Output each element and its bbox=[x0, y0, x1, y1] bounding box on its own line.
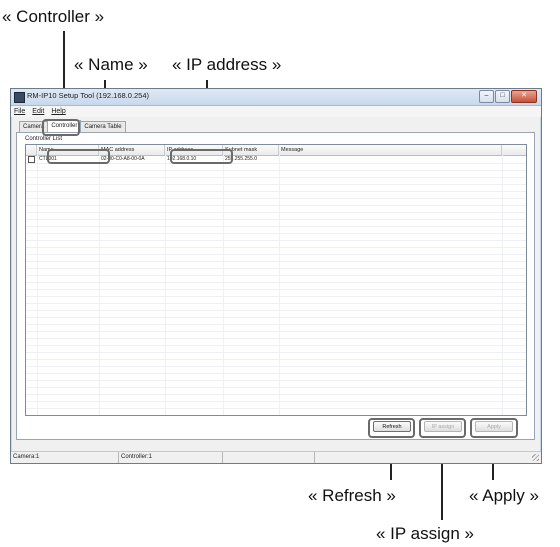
empty-row-gridline bbox=[26, 310, 526, 311]
empty-row-gridline bbox=[26, 373, 526, 374]
resize-grip-icon[interactable] bbox=[532, 454, 539, 461]
column-divider bbox=[502, 155, 503, 415]
name-column-highlight bbox=[47, 149, 110, 164]
menu-help[interactable]: Help bbox=[51, 106, 65, 117]
window-title: RM-IP10 Setup Tool (192.168.0.254) bbox=[27, 91, 150, 100]
ip-address-callout: « IP address » bbox=[172, 55, 282, 74]
ip-assign-callout: « IP assign » bbox=[376, 524, 474, 543]
empty-row-gridline bbox=[26, 387, 526, 388]
empty-row-gridline bbox=[26, 219, 526, 220]
empty-row-gridline bbox=[26, 338, 526, 339]
empty-row-gridline bbox=[26, 268, 526, 269]
apply-button-highlight bbox=[470, 418, 518, 438]
column-divider bbox=[279, 155, 280, 415]
refresh-callout: « Refresh » bbox=[308, 486, 396, 505]
empty-row-gridline bbox=[26, 296, 526, 297]
empty-row-gridline bbox=[26, 170, 526, 171]
empty-row-gridline bbox=[26, 240, 526, 241]
empty-row-gridline bbox=[26, 289, 526, 290]
empty-row-gridline bbox=[26, 282, 526, 283]
column-divider bbox=[99, 155, 100, 415]
empty-row-gridline bbox=[26, 205, 526, 206]
menu-bar: File Edit Help bbox=[11, 106, 541, 117]
status-camera-count: Camera:1 bbox=[11, 452, 119, 463]
empty-row-gridline bbox=[26, 212, 526, 213]
controller-tab-panel: Controller List Name MAC address IP addr… bbox=[16, 132, 535, 440]
tab-camera-table[interactable]: Camera Table bbox=[80, 121, 126, 132]
app-icon bbox=[14, 92, 25, 103]
empty-row-gridline bbox=[26, 331, 526, 332]
ip-address-column-highlight bbox=[170, 149, 233, 164]
status-bar: Camera:1 Controller:1 bbox=[11, 451, 541, 463]
column-header-select[interactable] bbox=[26, 145, 37, 155]
menu-file[interactable]: File bbox=[14, 106, 25, 117]
empty-row-gridline bbox=[26, 184, 526, 185]
empty-row-gridline bbox=[26, 324, 526, 325]
ip-assign-button-highlight bbox=[419, 418, 466, 438]
empty-row-gridline bbox=[26, 401, 526, 402]
status-empty-segment bbox=[223, 452, 315, 463]
empty-row-gridline bbox=[26, 380, 526, 381]
maximize-icon[interactable]: □ bbox=[495, 90, 510, 103]
apply-callout: « Apply » bbox=[469, 486, 539, 505]
controller-callout: « Controller » bbox=[2, 7, 105, 26]
empty-row-gridline bbox=[26, 198, 526, 199]
empty-row-gridline bbox=[26, 408, 526, 409]
title-bar: RM-IP10 Setup Tool (192.168.0.254) – □ ✕ bbox=[11, 89, 541, 106]
empty-row-gridline bbox=[26, 254, 526, 255]
close-icon[interactable]: ✕ bbox=[511, 90, 537, 103]
row-checkbox[interactable] bbox=[28, 156, 35, 163]
column-header-message[interactable]: Message bbox=[279, 145, 502, 155]
empty-row-gridline bbox=[26, 177, 526, 178]
empty-row-gridline bbox=[26, 226, 526, 227]
empty-row-gridline bbox=[26, 191, 526, 192]
controller-tab-highlight bbox=[42, 119, 80, 136]
empty-row-gridline bbox=[26, 303, 526, 304]
empty-row-gridline bbox=[26, 233, 526, 234]
status-controller-count: Controller:1 bbox=[119, 452, 223, 463]
empty-row-gridline bbox=[26, 247, 526, 248]
empty-row-gridline bbox=[26, 345, 526, 346]
column-divider bbox=[223, 155, 224, 415]
controller-list[interactable]: Name MAC address IP address Subnet mask … bbox=[25, 144, 527, 416]
empty-row-gridline bbox=[26, 317, 526, 318]
empty-row-gridline bbox=[26, 394, 526, 395]
empty-row-gridline bbox=[26, 275, 526, 276]
empty-row-gridline bbox=[26, 352, 526, 353]
refresh-button-highlight bbox=[368, 418, 415, 438]
empty-row-gridline bbox=[26, 359, 526, 360]
empty-row-gridline bbox=[26, 366, 526, 367]
column-divider bbox=[37, 155, 38, 415]
name-callout: « Name » bbox=[74, 55, 148, 74]
column-divider bbox=[165, 155, 166, 415]
minimize-icon[interactable]: – bbox=[479, 90, 494, 103]
empty-row-gridline bbox=[26, 261, 526, 262]
controller-list-label: Controller List bbox=[25, 136, 63, 142]
setup-tool-window: RM-IP10 Setup Tool (192.168.0.254) – □ ✕… bbox=[10, 88, 542, 464]
menu-edit[interactable]: Edit bbox=[32, 106, 44, 117]
